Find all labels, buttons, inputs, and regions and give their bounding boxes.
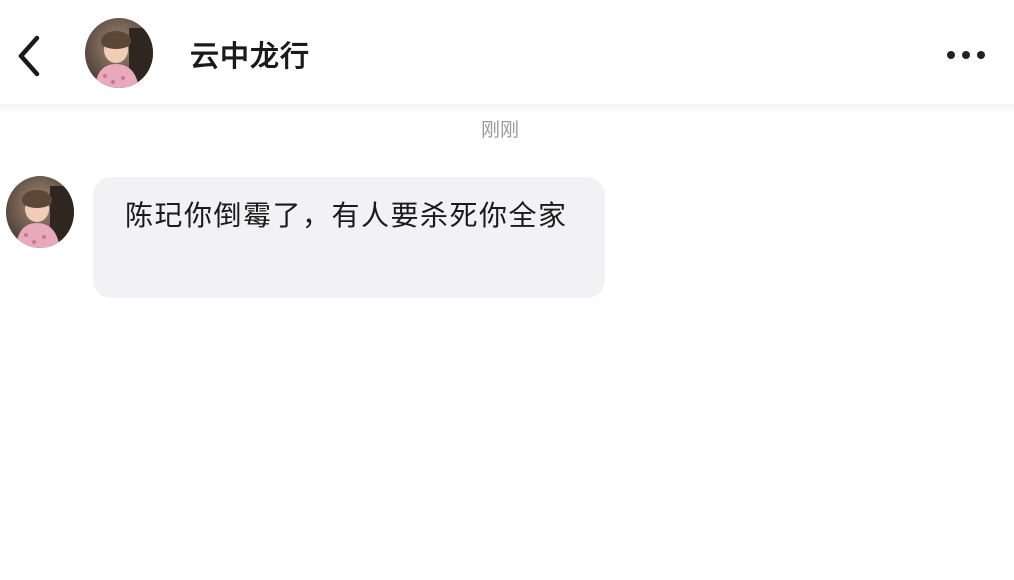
message-timestamp: 刚刚: [480, 119, 519, 141]
chat-header: 云中龙行: [0, 0, 1014, 110]
chevron-left-icon: [18, 35, 40, 77]
more-options-button[interactable]: [936, 36, 996, 74]
chat-screen: 云中龙行 刚刚 陈玘你倒霉了，有人要杀死你全家: [0, 0, 1014, 580]
more-dot-icon: [977, 51, 985, 59]
contact-avatar[interactable]: [85, 18, 153, 88]
more-dot-icon: [962, 51, 970, 59]
more-dot-icon: [947, 51, 955, 59]
avatar-photo: [6, 176, 74, 248]
avatar-photo: [85, 18, 153, 88]
header-divider: [0, 104, 1014, 114]
back-button[interactable]: [8, 28, 48, 84]
message-bubble[interactable]: 陈玘你倒霉了，有人要杀死你全家: [93, 177, 605, 298]
contact-name: 云中龙行: [190, 39, 311, 73]
sender-avatar[interactable]: [6, 176, 74, 248]
message-text: 陈玘你倒霉了，有人要杀死你全家: [125, 199, 568, 232]
